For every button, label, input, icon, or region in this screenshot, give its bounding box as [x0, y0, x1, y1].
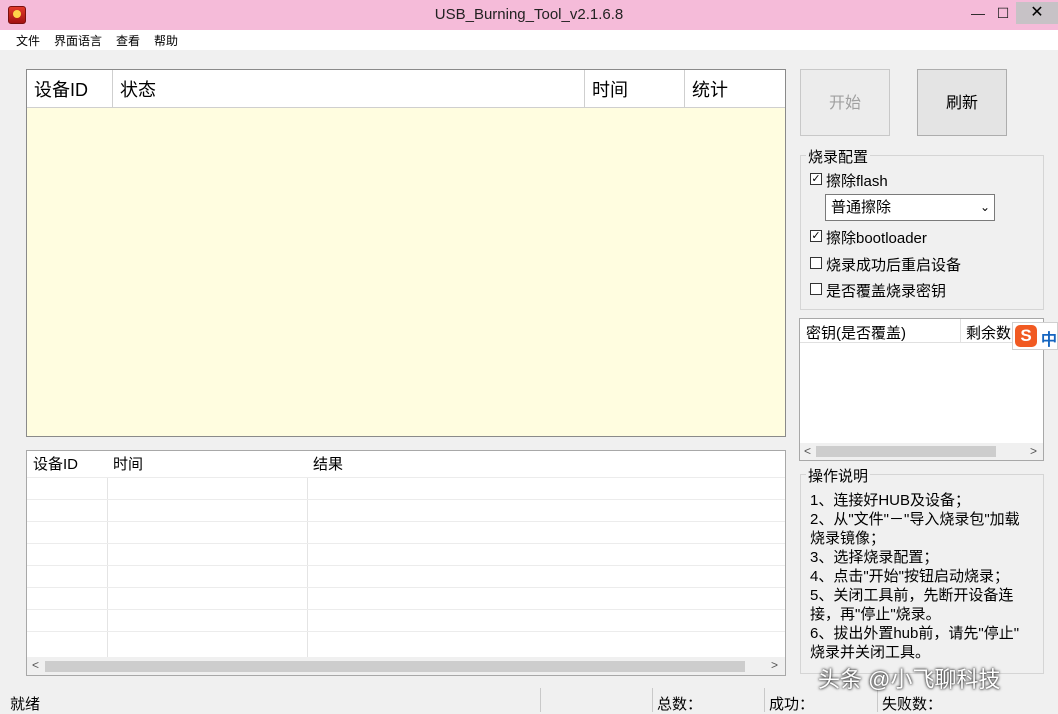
- maximize-button[interactable]: ☐: [990, 2, 1016, 24]
- instruction-line: 2、从"文件"－"导入烧录包"加载: [810, 511, 1020, 528]
- row-divider: [27, 631, 785, 632]
- menu-bar: 文件 界面语言 查看 帮助: [0, 30, 1058, 50]
- device-list-header: 设备ID 状态 时间 统计: [27, 70, 785, 108]
- row-divider: [27, 499, 785, 500]
- scrollbar-thumb[interactable]: [816, 446, 996, 457]
- window-title: USB_Burning_Tool_v2.1.6.8: [434, 6, 624, 23]
- burn-config-title: 烧录配置: [806, 146, 871, 167]
- status-separator: [764, 688, 765, 712]
- instruction-line: 烧录镜像；: [810, 530, 886, 547]
- key-column-remaining[interactable]: 剩余数: [966, 322, 1011, 343]
- row-divider: [27, 565, 785, 566]
- scroll-right-arrow-icon[interactable]: >: [1030, 444, 1037, 458]
- column-time[interactable]: 时间: [585, 70, 685, 108]
- row-divider: [27, 477, 785, 478]
- erase-mode-select[interactable]: 普通擦除 ⌄: [825, 194, 995, 221]
- overwrite-key-label[interactable]: 是否覆盖烧录密钥: [826, 280, 946, 301]
- column-device-id[interactable]: 设备ID: [27, 70, 113, 108]
- status-total-label: 总数：: [657, 696, 703, 713]
- instruction-line: 3、选择烧录配置；: [810, 549, 939, 566]
- menu-view[interactable]: 查看: [116, 32, 140, 49]
- column-divider: [107, 477, 108, 657]
- instruction-line: 4、点击"开始"按钮启动烧录；: [810, 568, 1009, 585]
- scroll-right-arrow-icon[interactable]: >: [771, 658, 778, 672]
- instruction-line: 烧录并关闭工具。: [810, 644, 931, 661]
- instruction-line: 接，再"停止"烧录。: [810, 606, 941, 623]
- erase-flash-checkbox[interactable]: ✓: [810, 173, 822, 185]
- chevron-down-icon: ⌄: [979, 200, 990, 214]
- reboot-after-burn-label[interactable]: 烧录成功后重启设备: [826, 254, 961, 275]
- key-horizontal-scrollbar[interactable]: < >: [800, 443, 1043, 460]
- ime-indicator[interactable]: S 中: [1012, 322, 1058, 350]
- result-column-device-id[interactable]: 设备ID: [27, 451, 78, 477]
- menu-file[interactable]: 文件: [16, 32, 40, 49]
- result-horizontal-scrollbar[interactable]: < >: [27, 657, 785, 675]
- status-state: 就绪: [10, 696, 41, 713]
- result-table[interactable]: 设备ID 时间 结果 < >: [26, 450, 786, 676]
- key-column-name[interactable]: 密钥(是否覆盖): [806, 322, 906, 343]
- refresh-button[interactable]: 刷新: [917, 69, 1007, 136]
- column-stats[interactable]: 统计: [685, 70, 785, 108]
- instruction-line: 5、关闭工具前，先断开设备连: [810, 587, 1014, 604]
- scroll-left-arrow-icon[interactable]: <: [804, 444, 811, 458]
- start-button[interactable]: 开始: [800, 69, 890, 136]
- scrollbar-thumb[interactable]: [45, 661, 745, 672]
- status-fail-label: 失败数：: [882, 696, 943, 713]
- watermark: 头条 @小飞聊科技: [818, 667, 1001, 692]
- status-success-label: 成功：: [769, 696, 815, 713]
- row-divider: [27, 587, 785, 588]
- erase-bootloader-label[interactable]: 擦除bootloader: [826, 227, 927, 248]
- erase-flash-label[interactable]: 擦除flash: [826, 170, 888, 191]
- column-divider: [307, 477, 308, 657]
- sogou-logo-icon: S: [1015, 325, 1037, 347]
- row-divider: [27, 521, 785, 522]
- instruction-line: 1、连接好HUB及设备；: [810, 492, 971, 509]
- close-button[interactable]: ✕: [1016, 2, 1058, 24]
- overwrite-key-checkbox[interactable]: [810, 283, 822, 295]
- scroll-left-arrow-icon[interactable]: <: [32, 658, 39, 672]
- menu-language[interactable]: 界面语言: [54, 32, 102, 49]
- erase-bootloader-checkbox[interactable]: ✓: [810, 230, 822, 242]
- erase-mode-value: 普通擦除: [831, 199, 892, 216]
- minimize-button[interactable]: —: [965, 2, 991, 24]
- result-column-result[interactable]: 结果: [307, 451, 343, 477]
- row-divider: [27, 543, 785, 544]
- status-separator: [652, 688, 653, 712]
- row-divider: [27, 609, 785, 610]
- column-status[interactable]: 状态: [113, 70, 585, 108]
- instruction-line: 6、拔出外置hub前，请先"停止": [810, 625, 1020, 642]
- menu-help[interactable]: 帮助: [154, 32, 178, 49]
- device-list-table[interactable]: 设备ID 状态 时间 统计: [26, 69, 786, 437]
- status-separator: [540, 688, 541, 712]
- column-divider: [960, 319, 961, 343]
- result-column-time[interactable]: 时间: [107, 451, 143, 477]
- key-table[interactable]: 密钥(是否覆盖) 剩余数 < >: [799, 318, 1044, 461]
- reboot-after-burn-checkbox[interactable]: [810, 257, 822, 269]
- ime-mode-label: 中: [1041, 332, 1058, 349]
- instructions-title: 操作说明: [806, 465, 871, 486]
